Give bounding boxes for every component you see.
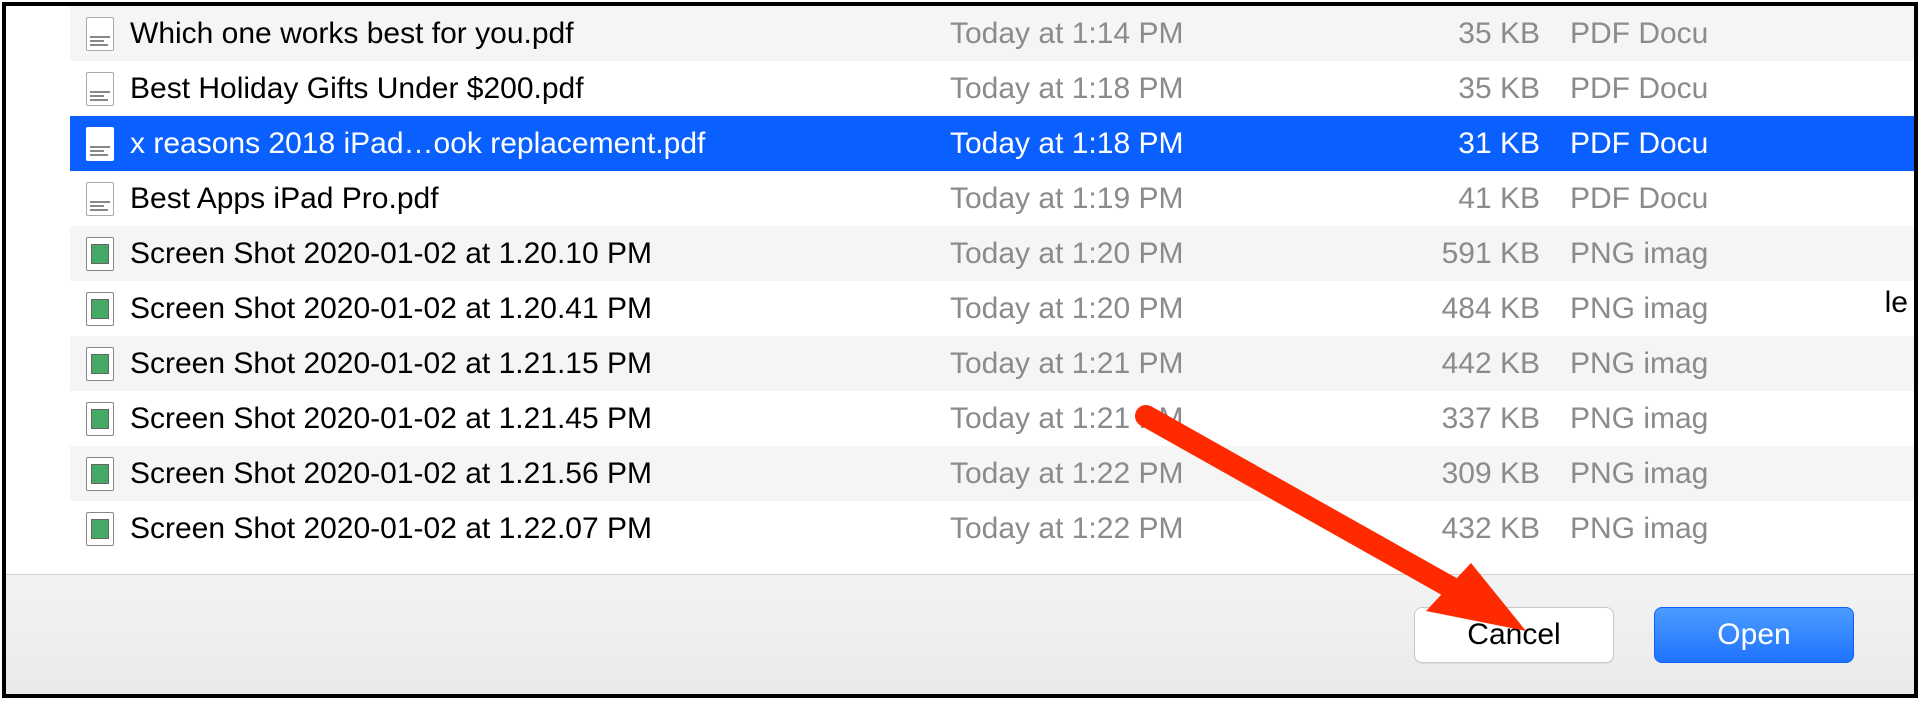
file-row[interactable]: Screen Shot 2020-01-02 at 1.21.56 PMToda… <box>70 446 1914 501</box>
png-file-icon <box>70 457 130 491</box>
file-row[interactable]: Best Holiday Gifts Under $200.pdfToday a… <box>70 61 1914 116</box>
file-kind: PNG imag <box>1570 457 1914 491</box>
file-kind: PDF Docu <box>1570 72 1914 106</box>
file-size: 484 KB <box>1370 292 1570 326</box>
file-date: Today at 1:14 PM <box>950 17 1370 51</box>
file-row[interactable]: Screen Shot 2020-01-02 at 1.21.15 PMToda… <box>70 336 1914 391</box>
png-file-icon <box>70 237 130 271</box>
file-size: 31 KB <box>1370 127 1570 161</box>
pdf-file-icon <box>70 17 130 51</box>
cropped-text-fragment: le <box>1885 286 1908 320</box>
pdf-file-icon <box>70 72 130 106</box>
file-date: Today at 1:22 PM <box>950 512 1370 546</box>
file-kind: PDF Docu <box>1570 17 1914 51</box>
file-size: 337 KB <box>1370 402 1570 436</box>
file-kind: PNG imag <box>1570 347 1914 381</box>
pdf-file-icon <box>70 127 130 161</box>
cancel-button[interactable]: Cancel <box>1414 607 1614 663</box>
file-date: Today at 1:18 PM <box>950 127 1370 161</box>
file-date: Today at 1:22 PM <box>950 457 1370 491</box>
file-size: 432 KB <box>1370 512 1570 546</box>
file-size: 442 KB <box>1370 347 1570 381</box>
file-name: x reasons 2018 iPad…ook replacement.pdf <box>130 127 950 161</box>
dialog-footer: Cancel Open <box>6 574 1914 694</box>
file-size: 35 KB <box>1370 17 1570 51</box>
file-row[interactable]: Screen Shot 2020-01-02 at 1.20.41 PMToda… <box>70 281 1914 336</box>
file-open-dialog: Which one works best for you.pdfToday at… <box>2 2 1918 698</box>
file-name: Best Holiday Gifts Under $200.pdf <box>130 72 950 106</box>
file-kind: PNG imag <box>1570 402 1914 436</box>
file-size: 591 KB <box>1370 237 1570 271</box>
file-row[interactable]: Best Apps iPad Pro.pdfToday at 1:19 PM41… <box>70 171 1914 226</box>
file-row[interactable]: Which one works best for you.pdfToday at… <box>70 6 1914 61</box>
file-size: 35 KB <box>1370 72 1570 106</box>
file-date: Today at 1:20 PM <box>950 237 1370 271</box>
file-name: Best Apps iPad Pro.pdf <box>130 182 950 216</box>
file-row[interactable]: Screen Shot 2020-01-02 at 1.22.07 PMToda… <box>70 501 1914 556</box>
file-kind: PDF Docu <box>1570 127 1914 161</box>
file-row[interactable]: Screen Shot 2020-01-02 at 1.20.10 PMToda… <box>70 226 1914 281</box>
file-name: Screen Shot 2020-01-02 at 1.21.15 PM <box>130 347 950 381</box>
png-file-icon <box>70 347 130 381</box>
file-name: Screen Shot 2020-01-02 at 1.22.07 PM <box>130 512 950 546</box>
file-name: Screen Shot 2020-01-02 at 1.20.10 PM <box>130 237 950 271</box>
file-row[interactable]: Screen Shot 2020-01-02 at 1.21.45 PMToda… <box>70 391 1914 446</box>
png-file-icon <box>70 512 130 546</box>
file-name: Screen Shot 2020-01-02 at 1.20.41 PM <box>130 292 950 326</box>
file-kind: PNG imag <box>1570 292 1914 326</box>
file-list[interactable]: Which one works best for you.pdfToday at… <box>70 6 1914 556</box>
file-date: Today at 1:20 PM <box>950 292 1370 326</box>
file-row[interactable]: x reasons 2018 iPad…ook replacement.pdfT… <box>70 116 1914 171</box>
pdf-file-icon <box>70 182 130 216</box>
png-file-icon <box>70 292 130 326</box>
png-file-icon <box>70 402 130 436</box>
file-date: Today at 1:21 PM <box>950 347 1370 381</box>
file-kind: PNG imag <box>1570 237 1914 271</box>
file-date: Today at 1:21 PM <box>950 402 1370 436</box>
file-date: Today at 1:19 PM <box>950 182 1370 216</box>
open-button[interactable]: Open <box>1654 607 1854 663</box>
file-name: Which one works best for you.pdf <box>130 17 950 51</box>
file-date: Today at 1:18 PM <box>950 72 1370 106</box>
file-kind: PDF Docu <box>1570 182 1914 216</box>
file-name: Screen Shot 2020-01-02 at 1.21.45 PM <box>130 402 950 436</box>
file-size: 309 KB <box>1370 457 1570 491</box>
file-kind: PNG imag <box>1570 512 1914 546</box>
file-size: 41 KB <box>1370 182 1570 216</box>
file-name: Screen Shot 2020-01-02 at 1.21.56 PM <box>130 457 950 491</box>
